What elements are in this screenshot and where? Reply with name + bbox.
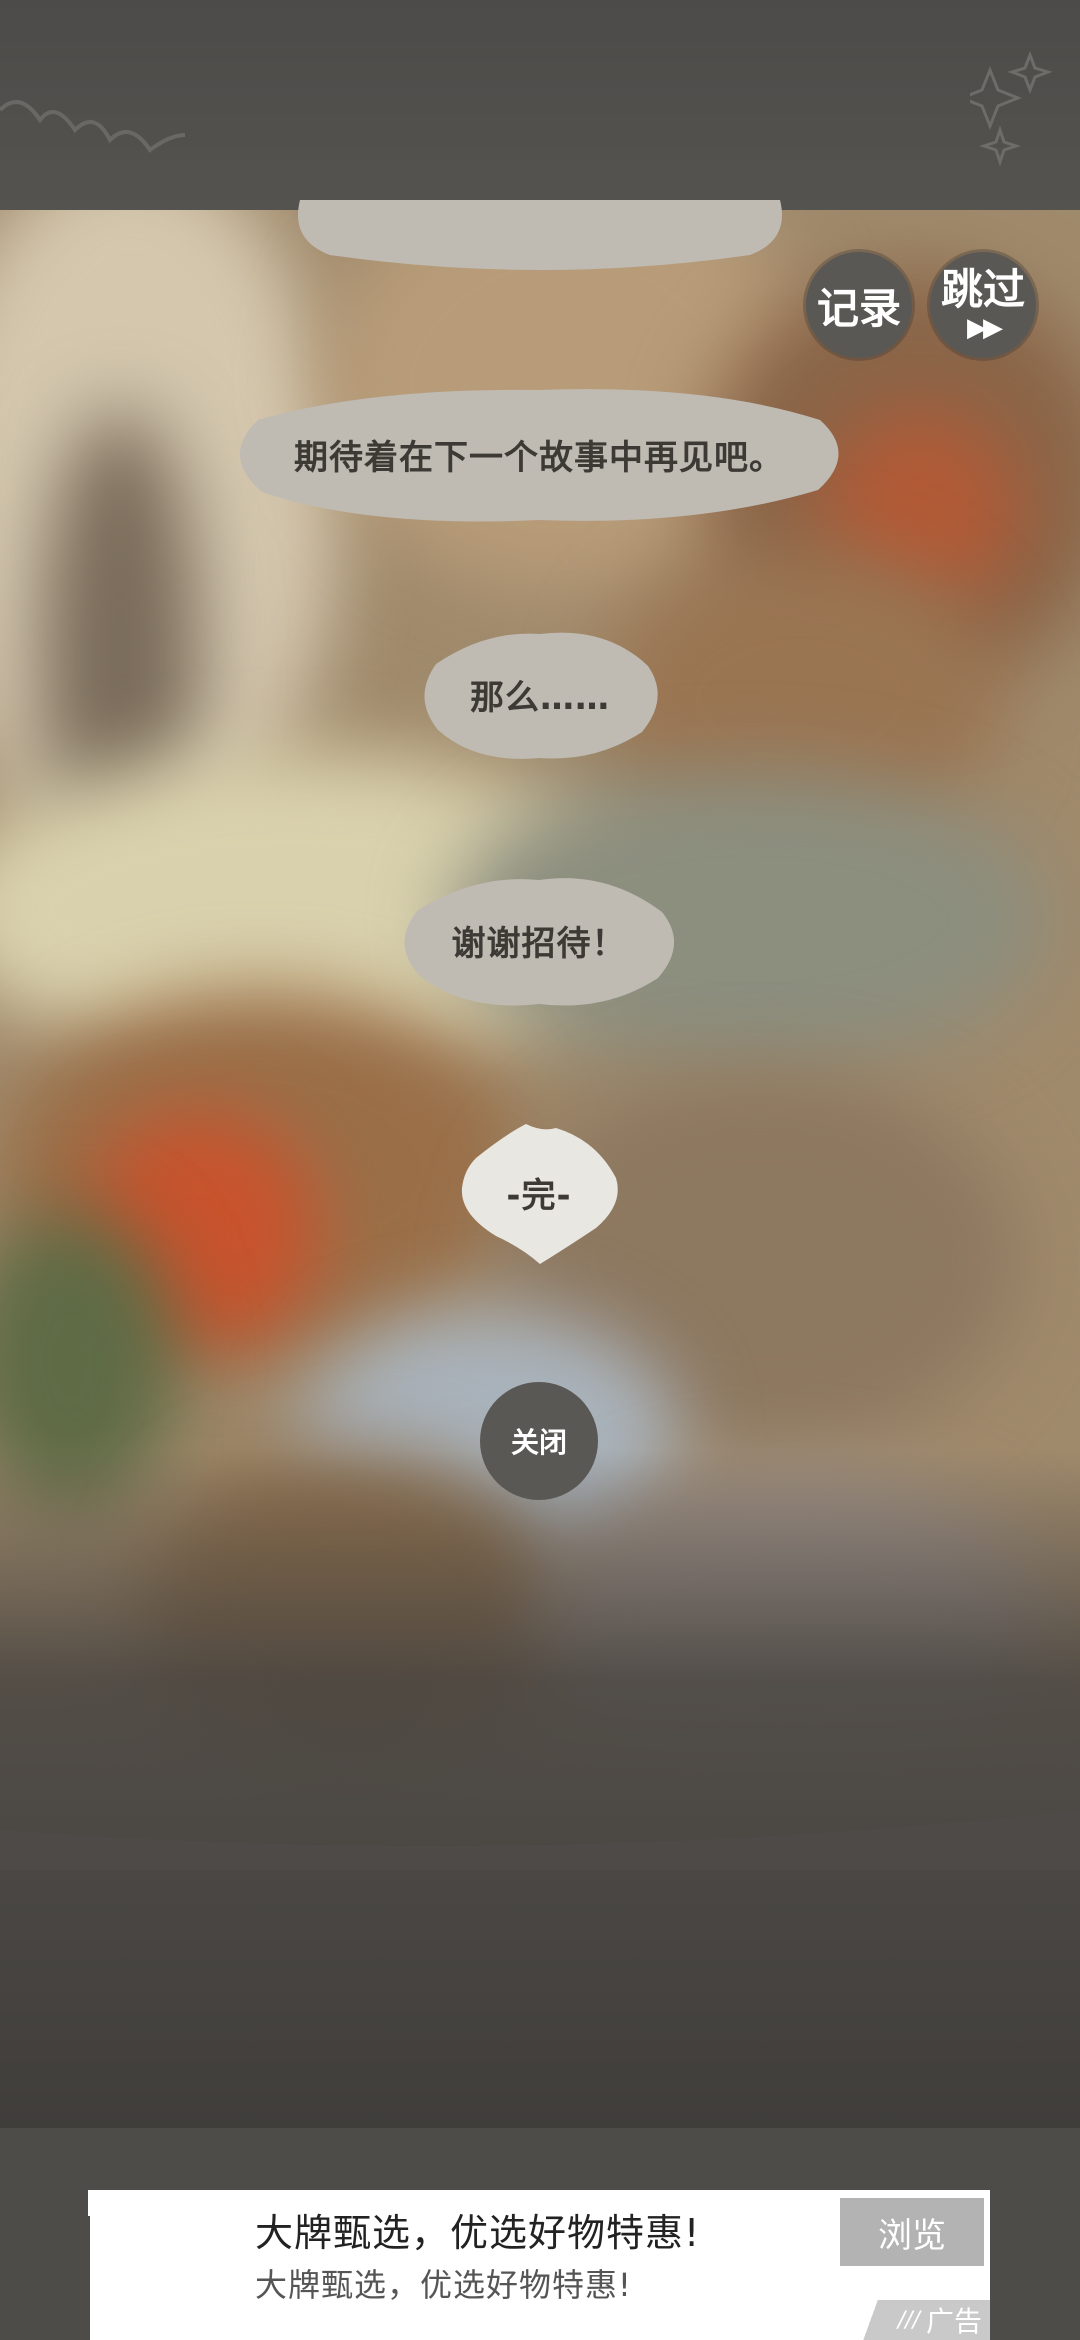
skip-button-label: 跳过: [940, 265, 1025, 314]
cloud-doodle-icon: [0, 100, 186, 153]
dialogue-line: 那么……: [470, 677, 610, 718]
lower-dark-area: [0, 1870, 1080, 2130]
fast-forward-icon: ▶▶: [967, 313, 1003, 343]
dialogue-line: 谢谢招待！: [451, 923, 627, 964]
close-button-label: 关闭: [510, 1426, 567, 1459]
dialogue-bubble: 期待着在下一个故事中再见吧。: [228, 380, 850, 528]
ending-text: -完-: [506, 1175, 572, 1216]
dialogue-line: 期待着在下一个故事中再见吧。: [294, 437, 784, 478]
dialogue-bubble-partial: [290, 160, 790, 275]
sparkle-doodle-icon: [970, 50, 1053, 167]
ad-slashes-icon: ///: [897, 2307, 920, 2333]
ad-browse-button[interactable]: 浏览: [840, 2198, 984, 2266]
skip-button[interactable]: 跳过 ▶▶: [930, 252, 1036, 358]
ad-subtitle: 大牌甄选，优选好物特惠!: [255, 2266, 632, 2304]
close-button[interactable]: 关闭: [480, 1382, 598, 1500]
dialogue-bubble: 那么……: [416, 620, 664, 768]
log-button-label: 记录: [816, 283, 901, 333]
ad-tag-label: 广告: [925, 2305, 982, 2338]
ad-tag: /// 广告: [850, 2300, 990, 2340]
ending-bubble: -完-: [456, 1118, 622, 1266]
scene-curve-edge: [0, 1810, 1080, 1870]
story-screen: 期待着在下一个故事中再见吧。 那么…… 谢谢招待！ -完- 记录 跳过 ▶▶ 关…: [0, 0, 1080, 2340]
ad-banner[interactable]: 大牌甄选，优选好物特惠! 大牌甄选，优选好物特惠! 浏览 /// 广告: [90, 2190, 990, 2340]
log-button[interactable]: 记录: [806, 252, 912, 358]
ad-title: 大牌甄选，优选好物特惠!: [255, 2211, 701, 2255]
dialogue-bubble: 谢谢招待！: [396, 866, 682, 1014]
